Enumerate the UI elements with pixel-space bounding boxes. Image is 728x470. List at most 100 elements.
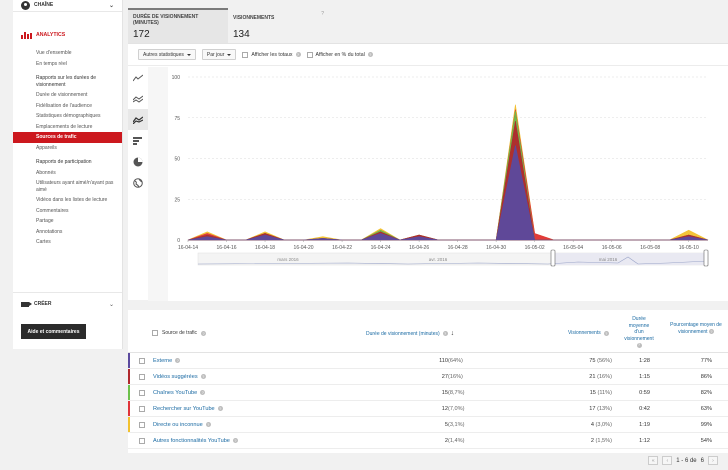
next-page-button[interactable]: › xyxy=(708,456,718,465)
help-icon[interactable]: ? xyxy=(205,422,211,427)
table-row: Directe ou inconnue? 5 (3,1%) 4 (3,0%) 1:19 9… xyxy=(128,417,728,433)
navigator-month-label: mai 2016 xyxy=(599,257,618,262)
header-views[interactable]: Visionnements ? xyxy=(568,330,609,336)
help-icon[interactable]: ? xyxy=(321,11,324,17)
avg-duration-value: 0:42 xyxy=(639,405,650,412)
help-icon[interactable]: ? xyxy=(200,390,206,395)
help-icon[interactable]: ? xyxy=(217,406,223,411)
avg-percent-value: 77% xyxy=(700,357,712,364)
sort-down-arrow-icon[interactable]: ↓ xyxy=(451,330,455,337)
help-icon[interactable]: ? xyxy=(367,52,373,57)
sidebar-item[interactable]: Abonnés xyxy=(13,168,122,179)
sidebar-item[interactable]: Statistiques démographiques xyxy=(13,111,122,122)
sidebar-item[interactable]: Annotations xyxy=(13,227,122,238)
sidebar-item[interactable]: Commentaires xyxy=(13,206,122,217)
header-avg-pct[interactable]: Pourcentage moyen de visionnement ? xyxy=(666,322,726,335)
source-link[interactable]: Externe? xyxy=(153,358,181,364)
metric-value: 134 xyxy=(233,29,250,40)
pie-chart-icon xyxy=(133,157,143,166)
multi-line-chart-button[interactable] xyxy=(128,88,148,109)
sidebar-item[interactable]: Vidéos dans les listes de lecture xyxy=(13,195,122,206)
navigator-handle-left[interactable] xyxy=(550,249,556,267)
sidebar-item[interactable]: Durée de visionnement xyxy=(13,90,122,101)
traffic-area-chart[interactable]: 0 25 50 75 100 16-04-14 16-04-16 16-04-18 16-04-… xyxy=(148,67,728,301)
sidebar-item[interactable]: Partage xyxy=(13,216,122,227)
source-link[interactable]: Autres fonctionnalités YouTube? xyxy=(153,438,238,444)
channel-menu[interactable]: CHAÎNE ⌄ xyxy=(13,0,122,10)
avg-duration-value: 1:28 xyxy=(639,357,650,364)
row-checkbox[interactable] xyxy=(139,422,145,428)
metric-tab-watch-time[interactable]: DURÉE DE VISIONNEMENT (MINUTES) 172 xyxy=(128,8,228,43)
sidebar-item[interactable]: Cartes xyxy=(13,237,122,248)
chevron-down-icon[interactable]: ⌄ xyxy=(109,301,114,308)
help-icon[interactable]: ? xyxy=(295,52,301,57)
map-chart-button[interactable] xyxy=(128,172,148,193)
analytics-nav: Vue d'ensemble En temps réel Rapports sur … xyxy=(13,48,122,248)
create-menu[interactable]: CRÉER ⌄ xyxy=(13,299,122,309)
avg-percent-value: 86% xyxy=(700,373,712,380)
bar-chart-button[interactable] xyxy=(128,130,148,151)
camera-icon xyxy=(21,301,32,307)
views-percent: (16%) xyxy=(597,373,612,380)
metric-value: 172 xyxy=(133,29,150,40)
y-tick-label: 25 xyxy=(174,197,180,203)
help-feedback-button[interactable]: Aide et commentaires xyxy=(21,324,86,339)
metric-tab-views[interactable]: VISIONNEMENTS 134 ? xyxy=(228,8,328,43)
help-icon[interactable]: ? xyxy=(201,330,207,336)
table-row: Rechercher sur YouTube? 12 (7,0%) 17 (13%) 0… xyxy=(128,401,728,417)
header-views-label: Visionnements xyxy=(568,330,601,336)
source-link[interactable]: Chaînes YouTube? xyxy=(153,390,206,396)
source-link[interactable]: Rechercher sur YouTube? xyxy=(153,406,223,412)
help-icon[interactable]: ? xyxy=(442,331,448,336)
period-dropdown[interactable]: Par jour xyxy=(201,49,237,60)
show-totals-label: Afficher les totaux xyxy=(251,51,293,58)
navigator-handle-right[interactable] xyxy=(703,249,709,267)
help-icon[interactable]: ? xyxy=(636,342,642,348)
row-checkbox[interactable] xyxy=(139,406,145,412)
header-duration[interactable]: Durée de visionnement (minutes) ? ↓ xyxy=(366,330,454,337)
pie-chart-button[interactable] xyxy=(128,151,148,172)
sidebar-item[interactable]: Fidélisation de l'audience xyxy=(13,101,122,112)
sidebar-item[interactable]: Emplacements de lecture xyxy=(13,122,122,133)
analytics-icon xyxy=(21,31,32,39)
avg-percent-value: 82% xyxy=(700,389,712,396)
table-row: Externe? 110 (64%) 75 (56%) 1:28 77% xyxy=(128,353,728,369)
analytics-header[interactable]: ANALYTICS xyxy=(13,28,122,42)
metric-label: VISIONNEMENTS xyxy=(233,15,275,21)
row-checkbox[interactable] xyxy=(139,374,145,380)
prev-page-button[interactable]: ‹ xyxy=(662,456,673,465)
sidebar-item[interactable]: Vue d'ensemble xyxy=(13,48,122,59)
sidebar-item[interactable]: En temps réel xyxy=(13,59,122,70)
show-percent-checkbox[interactable]: Afficher en % du total? xyxy=(306,51,373,58)
help-icon[interactable]: ? xyxy=(603,330,609,336)
stacked-area-chart-button[interactable] xyxy=(128,109,148,130)
select-all-checkbox[interactable] xyxy=(152,330,158,336)
sidebar-section-heading: Rapports sur les durées de visionnement xyxy=(36,75,97,88)
row-checkbox[interactable] xyxy=(139,358,145,364)
help-icon[interactable]: ? xyxy=(232,438,238,443)
channel-label: CHAÎNE xyxy=(34,2,54,8)
header-avg-duration[interactable]: Durée moyenne d'un visionnement? xyxy=(614,316,664,349)
sidebar-item[interactable]: Sources de trafic xyxy=(13,132,122,143)
row-checkbox[interactable] xyxy=(139,438,145,444)
first-page-button[interactable]: « xyxy=(648,456,659,465)
checkbox-box[interactable] xyxy=(242,51,249,58)
source-link[interactable]: Directe ou inconnue? xyxy=(153,422,211,428)
header-avg-pct-label: Pourcentage moyen de visionnement xyxy=(670,322,722,335)
chart-area: 0 25 50 75 100 16-04-14 16-04-16 16-04-18 16-04-… xyxy=(148,67,728,301)
line-chart-button[interactable] xyxy=(128,67,148,88)
help-icon[interactable]: ? xyxy=(175,358,181,363)
help-icon[interactable]: ? xyxy=(200,374,206,379)
row-checkbox[interactable] xyxy=(139,390,145,396)
views-value: 2 xyxy=(590,437,594,444)
sidebar-item[interactable]: Appareils xyxy=(13,143,122,154)
source-link[interactable]: Vidéos suggérées? xyxy=(153,374,206,380)
chevron-down-icon[interactable]: ⌄ xyxy=(109,2,114,9)
sidebar-item[interactable]: Utilisateurs ayant aimé/n'ayant pas aimé xyxy=(13,178,122,195)
line-chart-icon xyxy=(133,74,143,81)
stats-dropdown[interactable]: Autres statistiques xyxy=(138,49,196,60)
checkbox-box[interactable] xyxy=(306,51,313,58)
help-icon[interactable]: ? xyxy=(708,329,714,335)
x-tick-label: 16-04-26 xyxy=(409,245,429,251)
show-totals-checkbox[interactable]: Afficher les totaux? xyxy=(242,51,301,58)
